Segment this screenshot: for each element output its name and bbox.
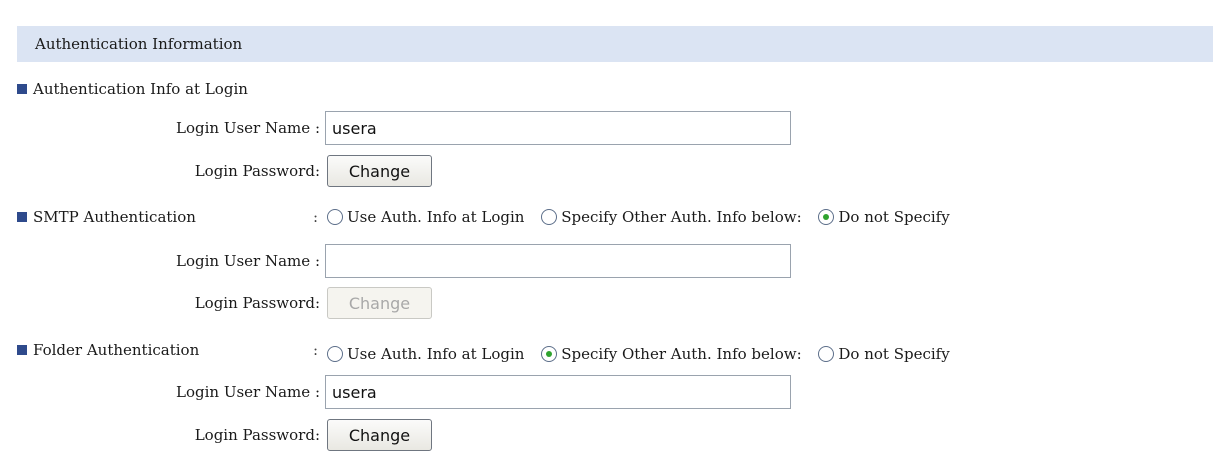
bullet-icon xyxy=(17,345,27,355)
radio-icon[interactable] xyxy=(541,209,558,225)
folder-auth-radio-group: Use Auth. Info at Login Specify Other Au… xyxy=(327,343,962,365)
folder-auth-user-name-label: Login User Name : xyxy=(176,383,320,401)
smtp-auth-password-label: Login Password: xyxy=(194,294,320,312)
login-auth-user-name-label: Login User Name : xyxy=(176,119,320,137)
radio-selected-icon[interactable] xyxy=(818,209,835,225)
radio-icon[interactable] xyxy=(327,346,343,362)
folder-auth-option-specify-other[interactable]: Specify Other Auth. Info below: xyxy=(541,343,802,365)
folder-auth-change-password-button[interactable]: Change xyxy=(327,419,432,451)
section-header-title: Authentication Information xyxy=(35,35,243,53)
smtp-auth-title: SMTP Authentication xyxy=(17,207,196,227)
smtp-auth-user-name-input[interactable] xyxy=(325,244,791,278)
smtp-auth-colon: : xyxy=(313,208,319,226)
smtp-auth-user-name-label: Login User Name : xyxy=(176,252,320,270)
smtp-auth-change-password-button[interactable]: Change xyxy=(327,287,432,319)
folder-auth-colon: : xyxy=(313,341,319,359)
login-auth-user-name-input[interactable] xyxy=(325,111,791,145)
smtp-auth-radio-group: Use Auth. Info at Login Specify Other Au… xyxy=(327,206,962,228)
login-auth-title: Authentication Info at Login xyxy=(17,79,248,99)
section-header: Authentication Information xyxy=(17,26,1213,62)
login-auth-password-label: Login Password: xyxy=(194,162,320,180)
bullet-icon xyxy=(17,212,27,222)
radio-selected-icon[interactable] xyxy=(541,346,558,362)
bullet-icon xyxy=(17,84,27,94)
folder-auth-option-do-not-specify[interactable]: Do not Specify xyxy=(818,343,950,365)
smtp-auth-option-specify-other[interactable]: Specify Other Auth. Info below: xyxy=(541,206,802,228)
login-auth-change-password-button[interactable]: Change xyxy=(327,155,432,187)
radio-icon[interactable] xyxy=(818,346,835,362)
folder-auth-password-label: Login Password: xyxy=(194,426,320,444)
smtp-auth-option-use-login[interactable]: Use Auth. Info at Login xyxy=(327,206,524,228)
radio-icon[interactable] xyxy=(327,209,343,225)
folder-auth-user-name-input[interactable] xyxy=(325,375,791,409)
folder-auth-option-use-login[interactable]: Use Auth. Info at Login xyxy=(327,343,524,365)
folder-auth-title: Folder Authentication xyxy=(17,340,199,360)
smtp-auth-option-do-not-specify[interactable]: Do not Specify xyxy=(818,206,950,228)
